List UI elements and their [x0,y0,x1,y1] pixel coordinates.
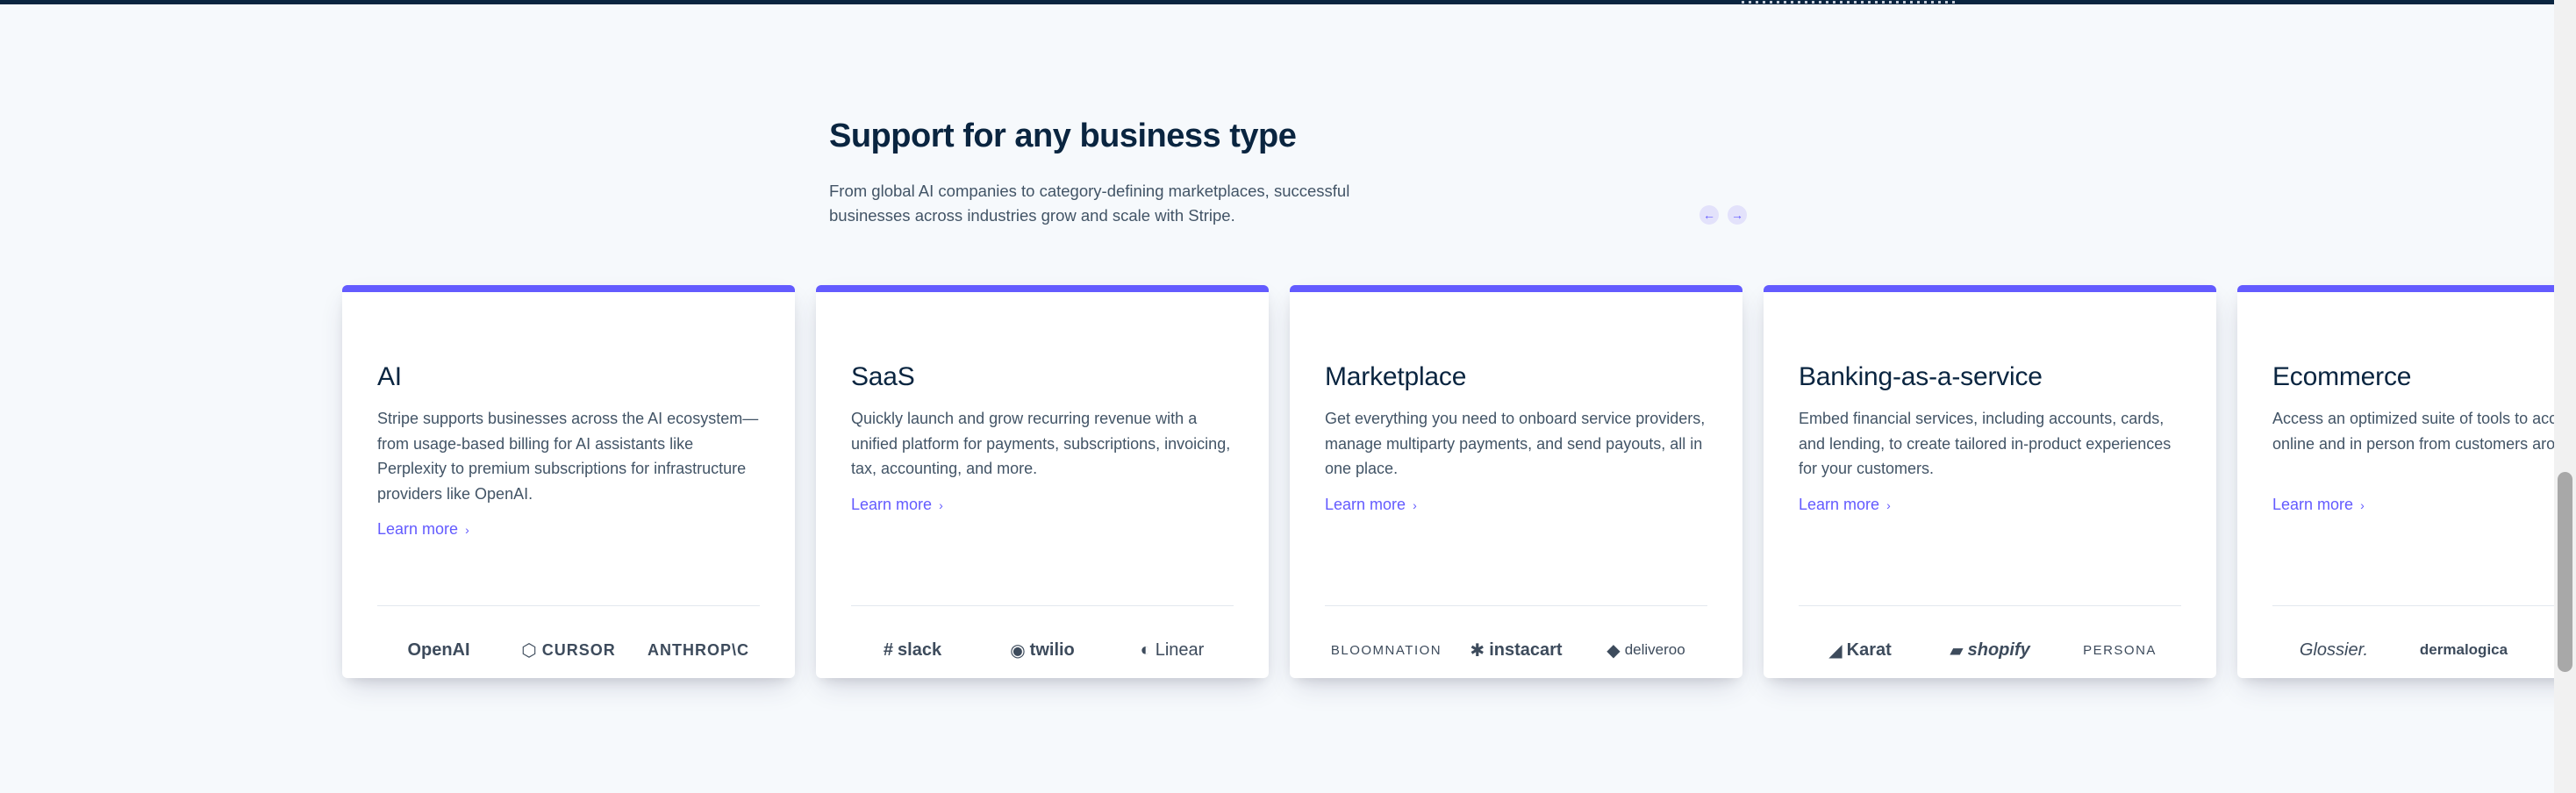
learn-more-link-ecommerce[interactable]: Learn more › [2272,496,2365,514]
card-divider [2272,605,2554,606]
shopify-bag-icon: ▰ [1950,640,1964,661]
glossier-logo: Glossier. [2299,639,2369,660]
customer-logos: BLOOMNATION ✱ instacart ◆ deliveroo [1325,632,1707,668]
card-divider [1799,605,2181,606]
customer-logos: ◢ Karat ▰ shopify PERSONA [1799,632,2181,668]
chevron-right-icon: › [465,523,469,537]
instacart-logo: ✱ instacart [1470,639,1563,661]
learn-more-link-ai[interactable]: Learn more › [377,520,469,539]
card-description: Access an optimized suite of tools to ac… [2272,410,2554,453]
customer-logos: # slack ◉ twilio ◐ Linear [851,632,1234,668]
instacart-carrot-icon: ✱ [1470,640,1485,661]
card-ecommerce: Ecommerce Access an optimized suite of t… [2237,285,2554,678]
twilio-logo: ◉ twilio [1010,639,1075,661]
card-title: Banking-as-a-service [1799,362,2043,391]
bloomnation-logo: BLOOMNATION [1330,642,1442,658]
deliveroo-logo: ◆ deliveroo [1606,640,1685,661]
deliveroo-kangaroo-icon: ◆ [1606,640,1621,661]
karat-logo: ◢ Karat [1828,639,1892,661]
chevron-right-icon: › [1413,498,1417,512]
chevron-right-icon: › [2360,498,2365,512]
vertical-scrollbar-thumb[interactable] [2558,472,2572,672]
cursor-cube-icon: ⬡ [521,640,538,661]
card-title: Ecommerce [2272,362,2412,391]
learn-more-link-marketplace[interactable]: Learn more › [1325,496,1417,514]
card-divider [851,605,1234,606]
dermalogica-logo: dermalogica [2419,641,2508,658]
persona-logo: PERSONA [2083,642,2157,658]
anthropic-logo: ANTHROP\C [648,640,749,659]
slack-logo: # slack [883,639,942,660]
linear-circle-icon: ◐ [1140,639,1151,660]
vertical-scrollbar-track[interactable] [2554,0,2576,793]
card-divider [377,605,760,606]
learn-more-link-saas[interactable]: Learn more › [851,496,943,514]
linear-logo: ◐ Linear [1140,639,1205,660]
slack-hash-icon: # [883,639,894,660]
customer-logos: Glossier. dermalogica IN [2272,632,2554,668]
card-description: Stripe supports businesses across the AI… [377,410,759,503]
karat-mark-icon: ◢ [1828,640,1843,661]
learn-more-link-banking[interactable]: Learn more › [1799,496,1891,514]
chevron-right-icon: › [1886,498,1891,512]
shopify-logo: ▰ shopify [1950,639,2030,661]
card-marketplace: Marketplace Get everything you need to o… [1290,285,1742,678]
card-description: Quickly launch and grow recurring revenu… [851,410,1231,477]
card-title: SaaS [851,362,915,391]
card-banking-as-a-service: Banking-as-a-service Embed financial ser… [1764,285,2216,678]
card-divider [1325,605,1707,606]
twilio-circle-icon: ◉ [1010,640,1026,661]
business-type-carousel[interactable]: AI Stripe supports businesses across the… [0,0,2554,793]
customer-logos: OpenAI ⬡ CURSOR ANTHROP\C [377,632,760,668]
card-description: Embed financial services, including acco… [1799,410,2172,477]
card-ai: AI Stripe supports businesses across the… [342,285,795,678]
card-saas: SaaS Quickly launch and grow recurring r… [816,285,1269,678]
card-title: Marketplace [1325,362,1467,391]
openai-logo: OpenAI [407,639,470,660]
cursor-logo: ⬡ CURSOR [521,640,616,661]
card-title: AI [377,362,402,391]
partial-logo: IN [2532,640,2554,661]
chevron-right-icon: › [939,498,943,512]
card-description: Get everything you need to onboard servi… [1325,410,1706,477]
